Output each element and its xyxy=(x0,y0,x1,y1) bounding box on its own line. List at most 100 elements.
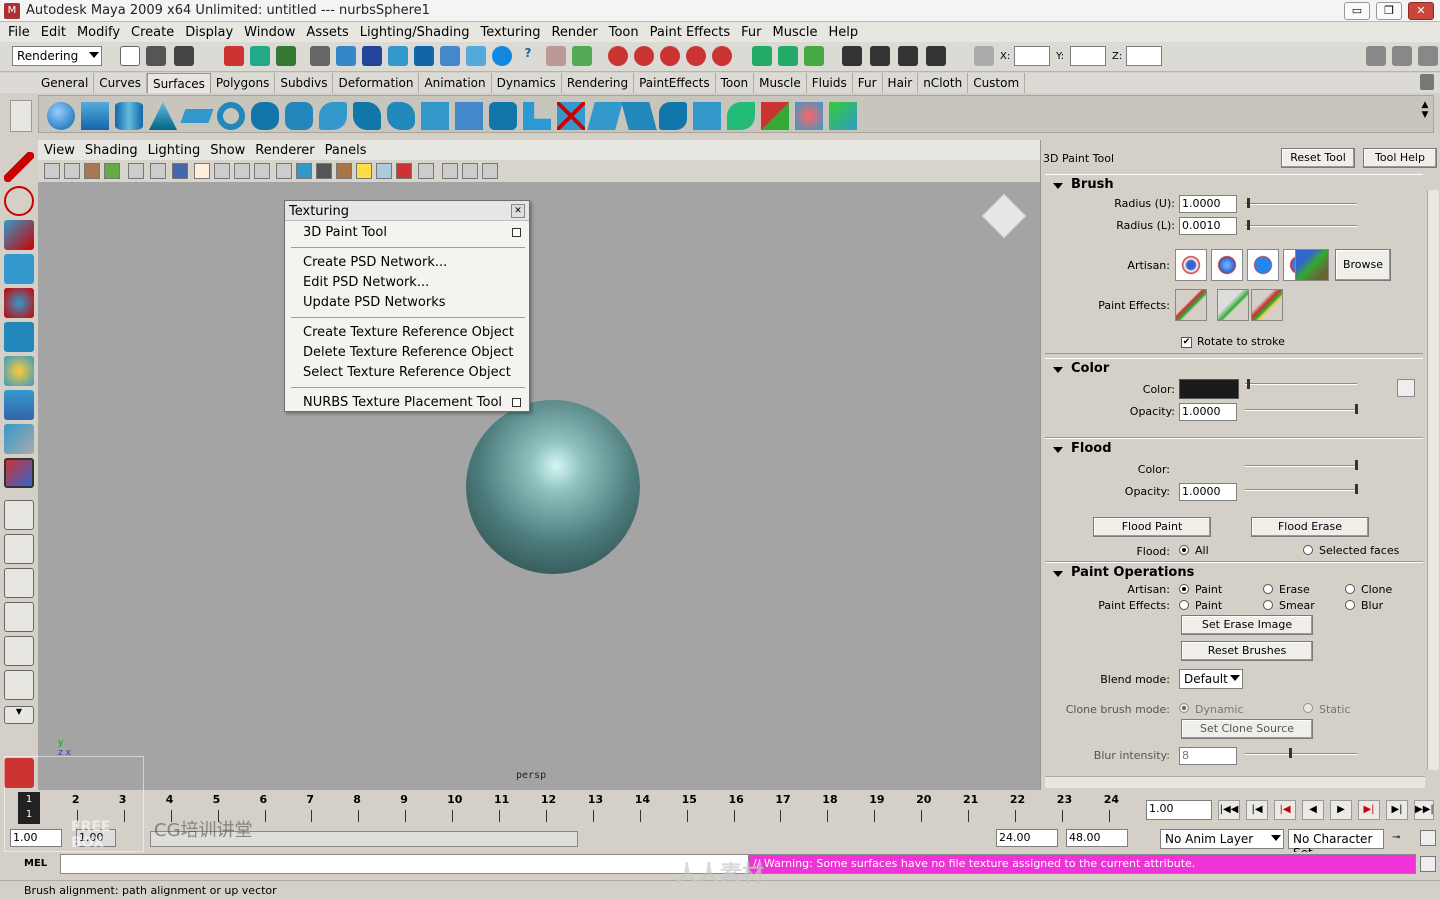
untrim-icon[interactable] xyxy=(587,102,623,130)
opacity-knob[interactable] xyxy=(1355,404,1358,414)
boundary-icon[interactable] xyxy=(421,102,449,130)
open-scene-icon[interactable] xyxy=(146,46,166,66)
transform-mode-icon[interactable] xyxy=(974,46,994,66)
script-editor-icon[interactable] xyxy=(1420,856,1436,872)
pe-smear-radio[interactable] xyxy=(1263,600,1273,610)
menu-file[interactable]: File xyxy=(8,25,30,40)
menu-set-selector[interactable]: Rendering xyxy=(12,46,102,66)
align-icon[interactable] xyxy=(693,102,721,130)
radius-l-knob[interactable] xyxy=(1247,220,1250,230)
camera-select-icon[interactable] xyxy=(44,163,60,179)
layout-more-icon[interactable]: ▼ xyxy=(4,706,34,724)
render-view-icon[interactable] xyxy=(842,46,862,66)
anim-prefs-icon[interactable] xyxy=(1420,830,1436,846)
opacity-slider[interactable] xyxy=(1245,409,1357,411)
aa-icon[interactable] xyxy=(482,163,498,179)
tool-help-button[interactable]: Tool Help xyxy=(1363,148,1437,168)
film-gate-icon[interactable] xyxy=(150,163,166,179)
layout-graph-icon[interactable] xyxy=(4,602,34,632)
pe-blur-radio[interactable] xyxy=(1345,600,1355,610)
save-scene-icon[interactable] xyxy=(174,46,194,66)
menu-item-update-psd[interactable]: Update PSD Networks xyxy=(303,295,446,310)
minimize-button[interactable]: ▭ xyxy=(1344,2,1370,20)
viewcube[interactable] xyxy=(981,193,1027,239)
shelf-tab-hair[interactable]: Hair xyxy=(883,73,919,93)
render-current-icon[interactable] xyxy=(870,46,890,66)
fillet-icon[interactable] xyxy=(523,102,551,130)
layout-trax-icon[interactable] xyxy=(4,670,34,700)
collapse-icon[interactable] xyxy=(1053,447,1063,453)
flood-all-radio[interactable] xyxy=(1179,545,1189,555)
flood-color-knob[interactable] xyxy=(1355,460,1358,470)
planar-icon[interactable] xyxy=(319,102,347,130)
shelf-tab-muscle[interactable]: Muscle xyxy=(754,73,807,93)
radius-u-knob[interactable] xyxy=(1247,198,1250,208)
shelf-tab-surfaces[interactable]: Surfaces xyxy=(146,73,211,93)
shelf-scroll[interactable]: ▲ ▼ xyxy=(1416,100,1434,130)
lasso-tool-icon[interactable] xyxy=(4,186,34,216)
layout-outliner-icon[interactable] xyxy=(4,568,34,598)
menu-create[interactable]: Create xyxy=(131,25,174,40)
flood-paint-button[interactable]: Flood Paint xyxy=(1093,517,1211,537)
select-tool-icon[interactable] xyxy=(4,152,34,182)
radius-u-field[interactable]: 1.0000 xyxy=(1179,195,1237,213)
safe-title-icon[interactable] xyxy=(254,163,270,179)
prev-key-button[interactable]: |◀ xyxy=(1274,800,1296,820)
color-slider[interactable] xyxy=(1245,383,1357,385)
menu-paint-effects[interactable]: Paint Effects xyxy=(650,25,731,40)
go-to-start-button[interactable]: |◀◀ xyxy=(1218,800,1240,820)
magnet-icon-2[interactable] xyxy=(634,46,654,66)
opacity-field[interactable]: 1.0000 xyxy=(1179,403,1237,421)
shelf-tab-fluids[interactable]: Fluids xyxy=(807,73,853,93)
mask-icon[interactable] xyxy=(310,46,330,66)
rotate-to-stroke-checkbox[interactable]: ✔ xyxy=(1181,337,1192,348)
maximize-button[interactable]: ❐ xyxy=(1376,2,1402,20)
key-icon[interactable]: ⊸ xyxy=(1392,832,1414,846)
flood-selected-radio[interactable] xyxy=(1303,545,1313,555)
ao-icon[interactable] xyxy=(462,163,478,179)
show-manip-icon[interactable] xyxy=(4,424,34,454)
flood-opacity-field[interactable]: 1.0000 xyxy=(1179,483,1237,501)
step-back-key-button[interactable]: |◀ xyxy=(1246,800,1268,820)
menu-item-nurbs-placement[interactable]: NURBS Texture Placement Tool xyxy=(303,395,502,410)
nurbs-sphere[interactable] xyxy=(466,400,640,574)
option-box-icon[interactable] xyxy=(512,228,521,237)
layout-hypershade-icon[interactable] xyxy=(4,636,34,666)
bevel-icon[interactable] xyxy=(489,102,517,130)
isolate-icon[interactable] xyxy=(418,163,434,179)
menu-edit[interactable]: Edit xyxy=(41,25,66,40)
play-backward-button[interactable]: ◀ xyxy=(1302,800,1324,820)
channel-box-icon[interactable] xyxy=(1366,46,1386,66)
menu-modify[interactable]: Modify xyxy=(77,25,120,40)
menu-render[interactable]: Render xyxy=(551,25,597,40)
pe-brush-icon[interactable] xyxy=(1175,289,1207,321)
end-time-field[interactable]: 48.00 xyxy=(1066,829,1128,847)
nurbs-cylinder-icon[interactable] xyxy=(115,102,143,130)
radius-l-slider[interactable] xyxy=(1245,225,1357,227)
option-box-icon[interactable] xyxy=(512,398,521,407)
snap-curve-icon[interactable] xyxy=(362,46,382,66)
browse-button[interactable]: Browse xyxy=(1335,249,1391,281)
artisan-erase-radio[interactable] xyxy=(1263,584,1273,594)
current-frame-field[interactable]: 1.00 xyxy=(1146,800,1212,820)
menu-item-create-psd[interactable]: Create PSD Network... xyxy=(303,255,447,270)
safe-action-icon[interactable] xyxy=(234,163,250,179)
shelf-tab-general[interactable]: General xyxy=(36,73,95,93)
textured-icon[interactable] xyxy=(336,163,352,179)
flood-opacity-knob[interactable] xyxy=(1355,484,1358,494)
shelf-tab-curves[interactable]: Curves xyxy=(94,73,147,93)
vp-menu-panels[interactable]: Panels xyxy=(325,143,367,158)
vp-menu-renderer[interactable]: Renderer xyxy=(255,143,314,158)
eyedropper-icon[interactable] xyxy=(1397,379,1415,397)
universal-manip-icon[interactable] xyxy=(4,356,34,386)
blur-intensity-knob[interactable] xyxy=(1289,748,1292,758)
go-to-end-button[interactable]: ▶▶| xyxy=(1414,800,1434,820)
xray-icon[interactable] xyxy=(376,163,392,179)
vp-menu-lighting[interactable]: Lighting xyxy=(148,143,201,158)
image-plane-icon[interactable] xyxy=(104,163,120,179)
artisan-paint-radio[interactable] xyxy=(1179,584,1189,594)
open-close-icon[interactable] xyxy=(727,102,755,130)
soft-mod-icon[interactable] xyxy=(4,390,34,420)
clone-dynamic-radio[interactable] xyxy=(1179,703,1189,713)
brush-profile-gaussian-icon[interactable] xyxy=(1175,249,1207,281)
